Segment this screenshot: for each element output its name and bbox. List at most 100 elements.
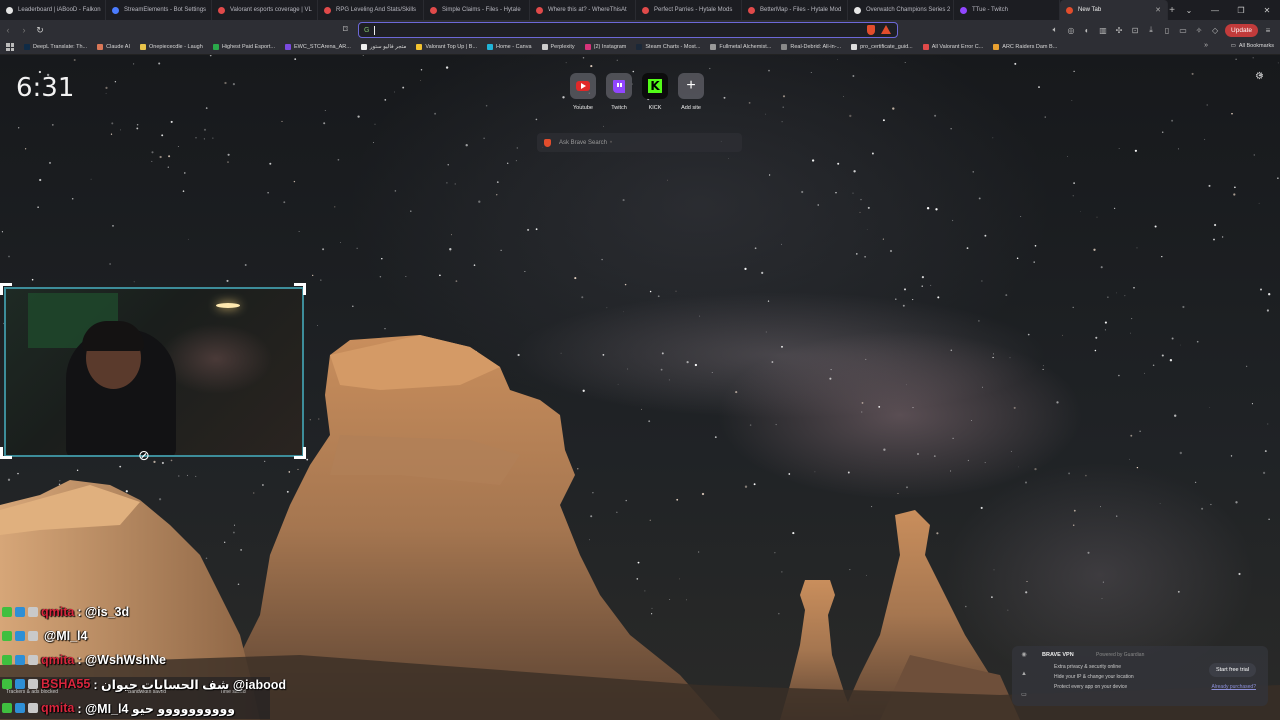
bookmark-item[interactable]: Home - Canva — [487, 44, 532, 50]
speaker-icon[interactable]: 🔈︎ — [1049, 25, 1061, 35]
browser-tab[interactable]: New Tab ✕ — [1060, 0, 1168, 20]
gear-icon[interactable]: ⚙ — [1255, 71, 1264, 82]
bookmark-item[interactable]: Perplexity — [541, 44, 575, 50]
close-tab-icon[interactable]: ✕ — [1155, 6, 1161, 14]
brave-shields-icon[interactable] — [867, 25, 875, 35]
bookmark-label: Valorant Top Up | B... — [425, 44, 478, 50]
ceiling-light — [216, 303, 240, 308]
close-window-button[interactable]: ✕ — [1254, 6, 1280, 15]
browser-tab[interactable]: BetterMap - Files - Hytale Mod — [742, 0, 848, 20]
reload-button[interactable]: ↻ — [32, 25, 48, 36]
bookmark-favicon-icon — [139, 44, 146, 50]
start-free-trial-button[interactable]: Start free trial — [1208, 663, 1256, 677]
streamer-logo-icon: ⊘ — [138, 447, 150, 463]
vpn-icon[interactable]: ▥ — [1097, 26, 1109, 35]
browser-tab[interactable]: Perfect Parries - Hytale Mods — [636, 0, 742, 20]
leo-icon[interactable]: ✧ — [1193, 26, 1205, 35]
bookmark-item[interactable]: ARC Raiders Dam B... — [993, 44, 1057, 50]
tile-add-site[interactable]: + Add site — [678, 73, 704, 111]
streamer-hair — [82, 321, 144, 351]
chat-message: BSHA55: شف الحسابات حيوان @iabood — [2, 672, 286, 696]
already-purchased-link[interactable]: Already purchased? — [1212, 684, 1256, 690]
brave-lion-icon — [544, 138, 551, 147]
bookmark-favicon-icon — [710, 44, 717, 50]
bookmark-label: Real-Debrid: All-in-... — [790, 44, 842, 50]
tile-twitch[interactable]: Twitch — [606, 73, 632, 111]
bookmark-item[interactable]: متجر فاليو ستور — [360, 44, 406, 50]
bookmark-favicon-icon — [360, 44, 367, 50]
folder-icon: ▭ — [1230, 43, 1236, 49]
bookmark-item[interactable]: Highest Paid Esport... — [212, 44, 275, 50]
chat-badge-icon — [15, 631, 25, 641]
bookmark-item[interactable]: Claude AI — [97, 44, 130, 50]
browser-tab[interactable]: Leaderboard | iABooD - Falkon — [0, 0, 106, 20]
tab-title: RPG Leveling And Stats/Skills — [336, 7, 417, 13]
puzzle-icon[interactable]: ✣ — [1113, 26, 1125, 35]
browser-tab[interactable]: TTue - Twitch — [954, 0, 1060, 20]
wallet-icon[interactable]: ▭ — [1177, 26, 1189, 35]
translate-icon[interactable]: ◐ — [1081, 26, 1093, 35]
frame-corner — [0, 283, 12, 295]
apps-icon[interactable] — [6, 43, 14, 51]
tile-kick[interactable]: K KICK — [642, 73, 668, 111]
maximize-button[interactable]: ❐ — [1228, 6, 1254, 15]
chat-text: @MI_l4 — [44, 629, 88, 643]
tab-favicon-icon — [960, 6, 967, 14]
bookmark-favicon-icon — [285, 44, 292, 50]
chat-badge-icon — [15, 703, 25, 713]
tab-title: Perfect Parries - Hytale Mods — [654, 7, 733, 13]
brave-rewards-icon[interactable] — [881, 25, 891, 34]
brave-search-box[interactable]: Ask Brave Search — [537, 133, 742, 152]
minimize-button[interactable]: — — [1202, 6, 1228, 15]
browser-tab[interactable]: StreamElements - Bot Settings — [106, 0, 212, 20]
chat-message: qmita: @WshWshNe — [2, 648, 272, 672]
tab-favicon-icon — [112, 6, 119, 14]
search-placeholder: Ask Brave Search — [559, 139, 608, 146]
sidebar-icon[interactable]: ▯ — [1161, 26, 1173, 35]
browser-tab[interactable]: Overwatch Champions Series 2 — [848, 0, 954, 20]
forward-button[interactable]: › — [16, 25, 32, 35]
bookmark-favicon-icon — [922, 44, 929, 50]
vpn-feature: Extra privacy & security online — [1054, 664, 1121, 670]
bookmark-icon[interactable]: ⌑ — [343, 24, 351, 35]
browser-tab[interactable]: Where this at? - WhereThisAt — [530, 0, 636, 20]
bookmark-item[interactable]: Steam Charts - Most... — [636, 44, 700, 50]
browser-tab[interactable]: Simple Claims - Files - Hytale — [424, 0, 530, 20]
chevron-down-icon[interactable]: ⌄ — [1176, 6, 1202, 15]
rewards-icon[interactable]: ◇ — [1209, 26, 1221, 35]
address-bar[interactable]: G — [358, 22, 898, 38]
all-bookmarks-button[interactable]: ▭ All Bookmarks — [1231, 43, 1274, 49]
bookmark-item[interactable]: Onepiececdle - Laugh — [139, 44, 203, 50]
bookmark-item[interactable]: DeepL Translate: Th... — [24, 44, 87, 50]
tab-title: New Tab — [1078, 7, 1102, 13]
tile-youtube[interactable]: Youtube — [570, 73, 596, 111]
update-button[interactable]: Update — [1225, 23, 1258, 37]
new-tab-button[interactable]: + — [1168, 5, 1176, 16]
menu-icon[interactable]: ≡ — [1262, 26, 1274, 35]
warning-icon: ▲ — [1021, 671, 1027, 677]
bookmark-item[interactable]: (2) Instagram — [584, 44, 626, 50]
bookmark-item[interactable]: pro_certificate_guid... — [851, 44, 913, 50]
card-icon: ▭ — [1021, 692, 1027, 698]
tab-favicon-icon — [430, 6, 437, 14]
extension-icon[interactable]: ◎ — [1065, 26, 1077, 35]
chat-badge-icon — [2, 631, 12, 641]
chat-badge-icon — [28, 679, 38, 689]
bookmark-item[interactable]: Fullmetal Alchemist... — [710, 44, 771, 50]
bookmark-item[interactable]: Valorant Top Up | B... — [416, 44, 477, 50]
more-bookmarks-chevron-icon[interactable]: » — [1204, 42, 1208, 49]
back-button[interactable]: ‹ — [0, 25, 16, 35]
chat-username: qmita — [41, 605, 75, 619]
bookmark-item[interactable]: All Valorant Error C... — [922, 44, 983, 50]
screenshot-icon[interactable]: ⊡ — [1129, 26, 1141, 35]
browser-tab[interactable]: RPG Leveling And Stats/Skills — [318, 0, 424, 20]
bookmark-item[interactable]: Real-Debrid: All-in-... — [781, 44, 841, 50]
download-icon[interactable]: ⤓ — [1145, 25, 1157, 35]
tab-title: Simple Claims - Files - Hytale — [442, 7, 521, 13]
chat-badge-icon — [28, 703, 38, 713]
vpn-title: BRAVE VPN — [1042, 652, 1074, 658]
top-sites: Youtube Twitch K KICK + Add site — [570, 73, 704, 111]
browser-tab[interactable]: Valorant esports coverage | VL — [212, 0, 318, 20]
bookmark-item[interactable]: EWC_STCArena_AR... — [285, 44, 351, 50]
chat-text: : @WshWshNe — [77, 653, 166, 667]
